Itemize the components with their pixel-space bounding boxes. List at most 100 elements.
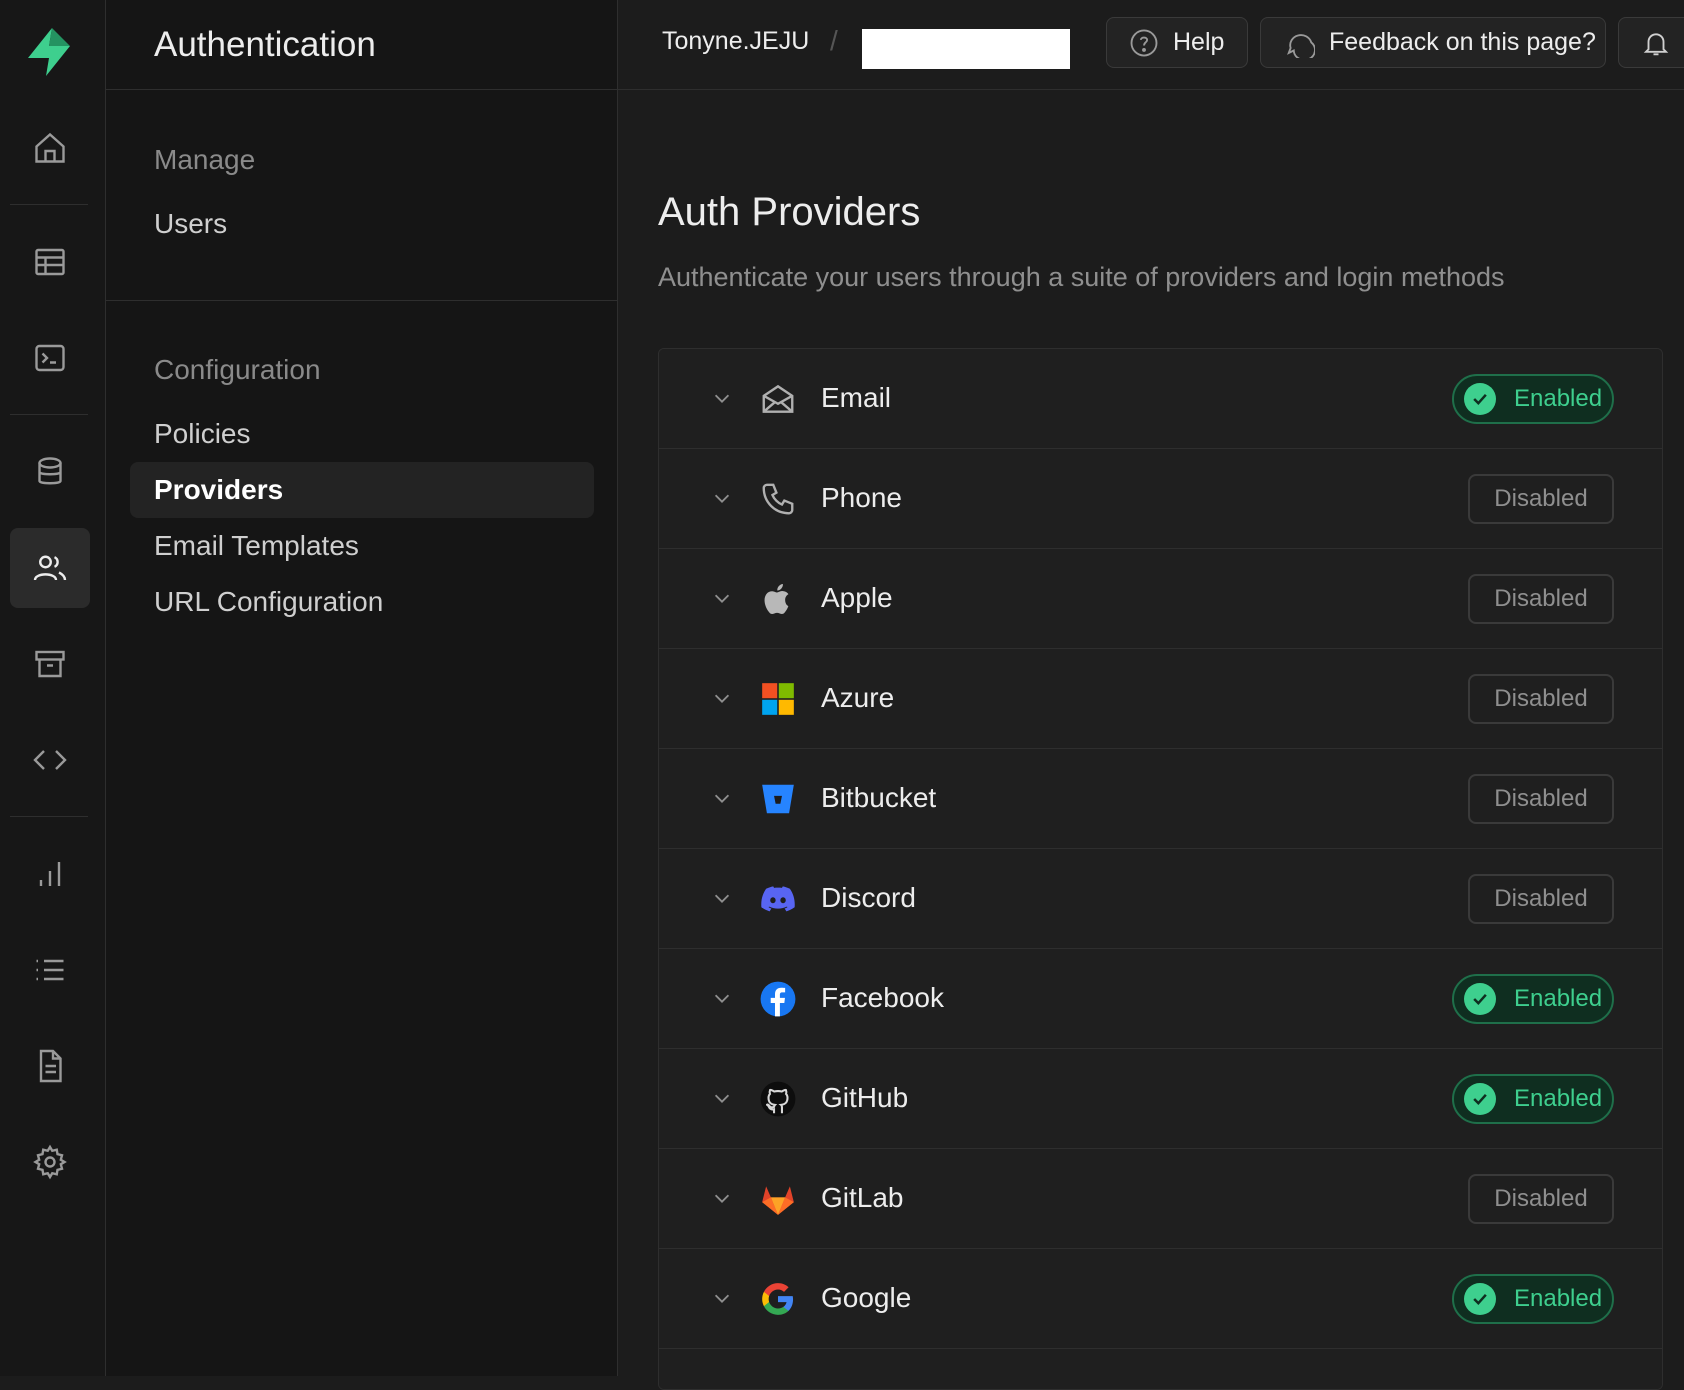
menu-divider (106, 300, 617, 301)
breadcrumb-project-redacted[interactable] (862, 29, 1070, 69)
status-badge-disabled: Disabled (1468, 474, 1614, 524)
status-label: Disabled (1494, 785, 1588, 812)
menu-item-providers[interactable]: Providers (130, 462, 594, 518)
status-label: Disabled (1494, 485, 1588, 512)
help-label: Help (1173, 28, 1225, 56)
check-icon (1464, 983, 1496, 1015)
manage-heading: Manage (154, 144, 256, 175)
bell-icon (1643, 32, 1669, 55)
google-icon (762, 1283, 794, 1315)
discord-icon (761, 886, 795, 912)
chevron-down-icon[interactable] (711, 687, 733, 709)
chevron-down-icon[interactable] (711, 787, 733, 809)
status-badge-enabled: Enabled (1452, 1074, 1614, 1124)
authentication-icon[interactable] (10, 528, 90, 608)
provider-name: Facebook (821, 982, 944, 1013)
menu-item-policies[interactable]: Policies (154, 418, 250, 450)
help-button[interactable]: Help (1106, 17, 1248, 68)
chevron-down-icon[interactable] (711, 887, 733, 909)
page-title: Auth Providers (658, 190, 921, 234)
status-label: Disabled (1494, 685, 1588, 712)
provider-row-next-partial[interactable] (659, 1349, 1662, 1389)
status-badge-enabled: Enabled (1452, 1274, 1614, 1324)
provider-name: Apple (821, 582, 893, 613)
chevron-down-icon[interactable] (711, 587, 733, 609)
microsoft-azure-icon (762, 683, 794, 715)
breadcrumb-separator: / (830, 25, 838, 56)
storage-icon[interactable] (10, 624, 90, 704)
chevron-down-icon[interactable] (711, 1187, 733, 1209)
breadcrumb-org[interactable]: Tonyne.JEJU (662, 27, 809, 56)
provider-name: Discord (821, 882, 916, 913)
menu-item-url-configuration[interactable]: URL Configuration (154, 586, 383, 618)
provider-row-discord[interactable]: Discord Disabled (659, 849, 1662, 949)
status-badge-enabled: Enabled (1452, 374, 1614, 424)
reports-icon[interactable] (10, 834, 90, 914)
check-icon (1464, 1083, 1496, 1115)
provider-name: Phone (821, 482, 902, 513)
status-label: Disabled (1494, 1185, 1588, 1212)
rail-separator (10, 816, 88, 817)
status-badge-disabled: Disabled (1468, 1174, 1614, 1224)
status-label: Enabled (1514, 985, 1603, 1012)
provider-name: Azure (821, 682, 895, 713)
gitlab-icon (762, 1186, 794, 1215)
table-editor-icon[interactable] (10, 222, 90, 302)
status-label: Enabled (1514, 385, 1603, 412)
provider-row-google[interactable]: Google Enabled (659, 1249, 1662, 1349)
menu-item-users[interactable]: Users (154, 208, 227, 240)
menu-title: Authentication (106, 0, 617, 90)
chevron-down-icon[interactable] (711, 1087, 733, 1109)
chevron-down-icon[interactable] (711, 987, 733, 1009)
top-bar: Tonyne.JEJU / Help Feedback on this page… (618, 0, 1684, 90)
provider-name: Google (821, 1282, 912, 1313)
status-badge-enabled: Enabled (1452, 974, 1614, 1024)
icon-rail (0, 0, 106, 1376)
status-label: Enabled (1514, 1285, 1603, 1312)
provider-row-facebook[interactable]: Facebook Enabled (659, 949, 1662, 1049)
status-badge-disabled: Disabled (1468, 574, 1614, 624)
chevron-down-icon[interactable] (711, 1287, 733, 1309)
envelope-icon (762, 384, 794, 413)
logs-icon[interactable] (10, 930, 90, 1010)
status-badge-disabled: Disabled (1468, 874, 1614, 924)
provider-row-github[interactable]: GitHub Enabled (659, 1049, 1662, 1149)
message-bubble-icon (1287, 33, 1315, 58)
provider-row-azure[interactable]: Azure Disabled (659, 649, 1662, 749)
chevron-down-icon[interactable] (711, 487, 733, 509)
provider-row-phone[interactable]: Phone Disabled (659, 449, 1662, 549)
provider-name: GitLab (821, 1182, 904, 1213)
apple-icon (764, 583, 789, 615)
status-label: Enabled (1514, 1085, 1603, 1112)
sql-editor-icon[interactable] (10, 318, 90, 398)
menu-item-email-templates[interactable]: Email Templates (154, 530, 359, 562)
check-icon (1464, 383, 1496, 415)
rail-separator (10, 204, 88, 205)
status-badge-disabled: Disabled (1468, 774, 1614, 824)
feedback-button[interactable]: Feedback on this page? (1260, 17, 1606, 68)
provider-name: Bitbucket (821, 782, 937, 813)
provider-row-apple[interactable]: Apple Disabled (659, 549, 1662, 649)
feedback-label: Feedback on this page? (1329, 28, 1596, 56)
auth-menu: Authentication Manage Users Configuratio… (106, 0, 618, 1376)
provider-name: Email (821, 382, 892, 413)
provider-row-email[interactable]: Email Enabled (659, 349, 1662, 449)
notifications-button[interactable] (1618, 17, 1684, 68)
settings-gear-icon[interactable] (10, 1122, 90, 1202)
bitbucket-icon (762, 784, 794, 814)
page-subtitle: Authenticate your users through a suite … (658, 262, 1505, 292)
facebook-icon (760, 981, 796, 1017)
provider-row-bitbucket[interactable]: Bitbucket Disabled (659, 749, 1662, 849)
supabase-logo[interactable] (24, 26, 74, 78)
home-icon[interactable] (10, 108, 90, 188)
provider-row-gitlab[interactable]: GitLab Disabled (659, 1149, 1662, 1249)
api-docs-icon[interactable] (10, 1026, 90, 1106)
chevron-down-icon[interactable] (711, 387, 733, 409)
database-icon[interactable] (10, 432, 90, 512)
github-icon (760, 1081, 796, 1117)
edge-functions-icon[interactable] (10, 720, 90, 800)
providers-list: Email Enabled Phone Disabled Apple Disab… (658, 348, 1663, 1390)
status-label: Disabled (1494, 585, 1588, 612)
phone-icon (762, 483, 794, 515)
help-icon (1130, 29, 1158, 56)
